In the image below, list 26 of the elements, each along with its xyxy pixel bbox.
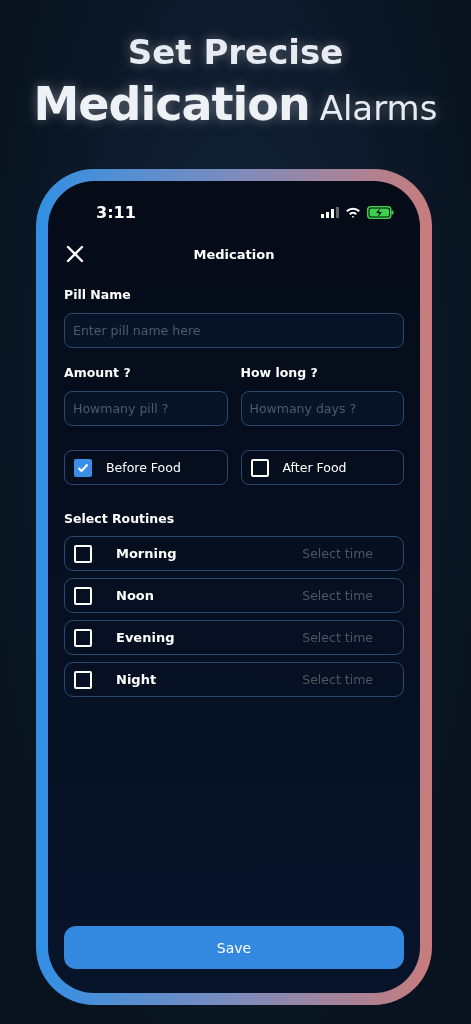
pill-name-field[interactable]: Enter pill name here <box>64 313 404 348</box>
routine-label: Evening <box>116 630 176 645</box>
field-label: Pill Name <box>64 287 132 302</box>
headline-text: Medication <box>33 76 310 133</box>
signal-icon <box>321 206 339 218</box>
field-label: Amount ? <box>64 365 132 380</box>
wifi-icon <box>345 206 361 218</box>
routine-label: Night <box>116 672 158 687</box>
screen-title: Medication <box>193 246 275 262</box>
option-label: After Food <box>282 460 347 475</box>
battery-icon <box>367 205 394 219</box>
field-label: How long ? <box>240 365 319 380</box>
headline-text: Set Precise <box>127 31 344 74</box>
headline-text: Alarms <box>319 87 438 130</box>
save-button[interactable]: Save <box>64 926 404 969</box>
food-option[interactable]: Before Food <box>64 450 228 485</box>
status-time: 3:11 <box>96 202 136 222</box>
section-label: Select Routines <box>64 511 176 526</box>
close-icon[interactable] <box>66 245 84 263</box>
option-label: Before Food <box>106 460 181 475</box>
routine-label: Morning <box>116 546 178 561</box>
routine-label: Noon <box>116 588 155 603</box>
duration-field[interactable]: Howmany days ? <box>240 391 404 426</box>
food-option[interactable]: After Food <box>240 450 404 485</box>
amount-field[interactable]: Howmany pill ? <box>64 391 228 426</box>
checkbox[interactable] <box>74 458 92 477</box>
